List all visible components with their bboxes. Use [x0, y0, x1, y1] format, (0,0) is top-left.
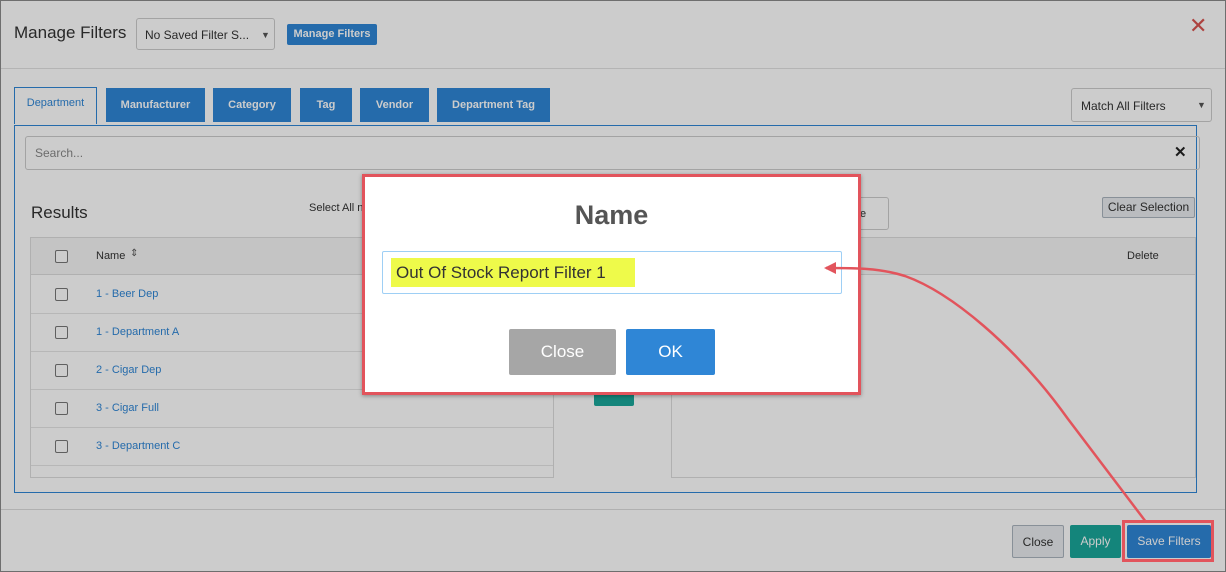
annotation-arrow	[824, 262, 1147, 523]
